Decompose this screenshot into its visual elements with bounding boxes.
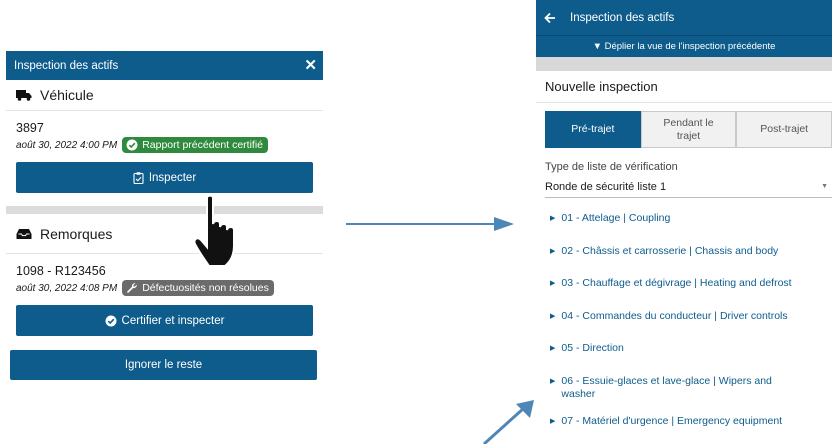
certify-and-inspect-button[interactable]: Certifier et inspecter [16, 305, 313, 336]
screen-header: Inspection des actifs [536, 0, 832, 35]
screen-title: Inspection des actifs [570, 11, 675, 24]
chevron-down-icon: ▼ [821, 183, 828, 190]
checklist-item[interactable]: ▶ 05 - Direction [550, 338, 832, 371]
expand-triangle-icon: ▶ [550, 280, 556, 287]
checklist-type-value: Ronde de sécurité liste 1 [545, 180, 667, 193]
right-arrow-icon [346, 217, 514, 231]
check-circle-icon [126, 139, 138, 151]
close-icon[interactable]: ✕ [304, 58, 317, 73]
defects-badge-label: Défectuosités non résolues [142, 282, 269, 294]
trailer-date: août 30, 2022 4:08 PM [16, 282, 118, 294]
trailers-section-title: Remorques [6, 214, 323, 254]
truck-icon [16, 88, 34, 102]
diagonal-arrow-icon [482, 400, 534, 444]
section-divider [6, 206, 323, 214]
status-badge: Rapport précédent certifié [122, 137, 269, 153]
vehicle-section-label: Véhicule [40, 87, 94, 103]
defects-badge: Défectuosités non résolues [122, 280, 274, 296]
checklist-item[interactable]: ▶ 06 - Essuie-glaces et lave-glace | Wipe… [550, 371, 832, 411]
status-badge-label: Rapport précédent certifié [142, 139, 264, 151]
inspect-button[interactable]: Inspecter [16, 162, 313, 193]
segment-post-trip[interactable]: Post-trajet [736, 111, 832, 148]
vehicle-section-title: Véhicule [6, 80, 323, 111]
expand-previous-inspection[interactable]: ▼ Déplier la vue de l'inspection précéde… [536, 35, 832, 57]
checklist-item[interactable]: ▶ 02 - Châssis et carrosserie | Chassis a… [550, 241, 832, 274]
ignore-rest-label: Ignorer le reste [124, 359, 203, 371]
expand-triangle-icon: ▶ [550, 215, 556, 222]
certify-button-label: Certifier et inspecter [121, 314, 225, 327]
trip-phase-selector: Pré-trajet Pendant le trajet Post-trajet [545, 111, 832, 148]
ignore-rest-button[interactable]: Ignorer le reste [10, 350, 317, 380]
expand-triangle-icon: ▶ [550, 377, 556, 385]
dialog-header: Inspection des actifs ✕ [6, 51, 323, 80]
inbox-icon [16, 227, 34, 241]
checklist-item[interactable]: ▶ 07 - Matériel d'urgence | Emergency equ… [550, 411, 832, 444]
expand-triangle-icon: ▶ [550, 417, 556, 425]
vehicle-date: août 30, 2022 4:00 PM [16, 139, 118, 151]
back-arrow-icon[interactable] [544, 12, 558, 24]
checklist-type-label: Type de liste de vérification [545, 161, 678, 173]
trailers-section-label: Remorques [40, 225, 113, 242]
section-title: Nouvelle inspection [536, 71, 832, 103]
checklist-sections: ▶ 01 - Attelage | Coupling ▶ 02 - Châssis … [550, 208, 832, 443]
gray-separator [536, 57, 832, 71]
segment-during-trip[interactable]: Pendant le trajet [640, 111, 737, 148]
hand-pointer-icon [193, 194, 243, 273]
clipboard-check-icon [133, 171, 144, 184]
asset-inspection-dialog: Inspection des actifs ✕ Véhicule 3897 ao… [6, 51, 323, 411]
expand-triangle-icon: ▶ [550, 247, 556, 255]
checklist-type-select[interactable]: Ronde de sécurité liste 1 ▼ [545, 176, 832, 198]
check-circle-icon [105, 315, 117, 327]
trailer-record: 1098 - R123456 août 30, 2022 4:08 PM Déf… [6, 254, 323, 336]
segment-pre-trip[interactable]: Pré-trajet [545, 111, 641, 148]
expand-triangle-icon: ▶ [550, 312, 556, 320]
expand-triangle-icon: ▶ [550, 345, 556, 352]
new-inspection-screen: Inspection des actifs ▼ Déplier la vue d… [536, 0, 832, 444]
checklist-item[interactable]: ▶ 03 - Chauffage et dégivrage | Heating a… [550, 273, 832, 306]
dialog-title: Inspection des actifs [14, 59, 119, 72]
vehicle-record: 3897 août 30, 2022 4:00 PM Rapport précé… [6, 111, 323, 193]
wrench-icon [126, 282, 138, 294]
checklist-item[interactable]: ▶ 01 - Attelage | Coupling [550, 208, 832, 241]
vehicle-id: 3897 [16, 121, 44, 135]
trailer-id: 1098 - R123456 [16, 264, 106, 278]
inspect-button-label: Inspecter [148, 171, 197, 184]
segment-during-trip-label: Pendant le trajet [663, 117, 714, 142]
checklist-item[interactable]: ▶ 04 - Commandes du conducteur | Driver c… [550, 306, 832, 339]
